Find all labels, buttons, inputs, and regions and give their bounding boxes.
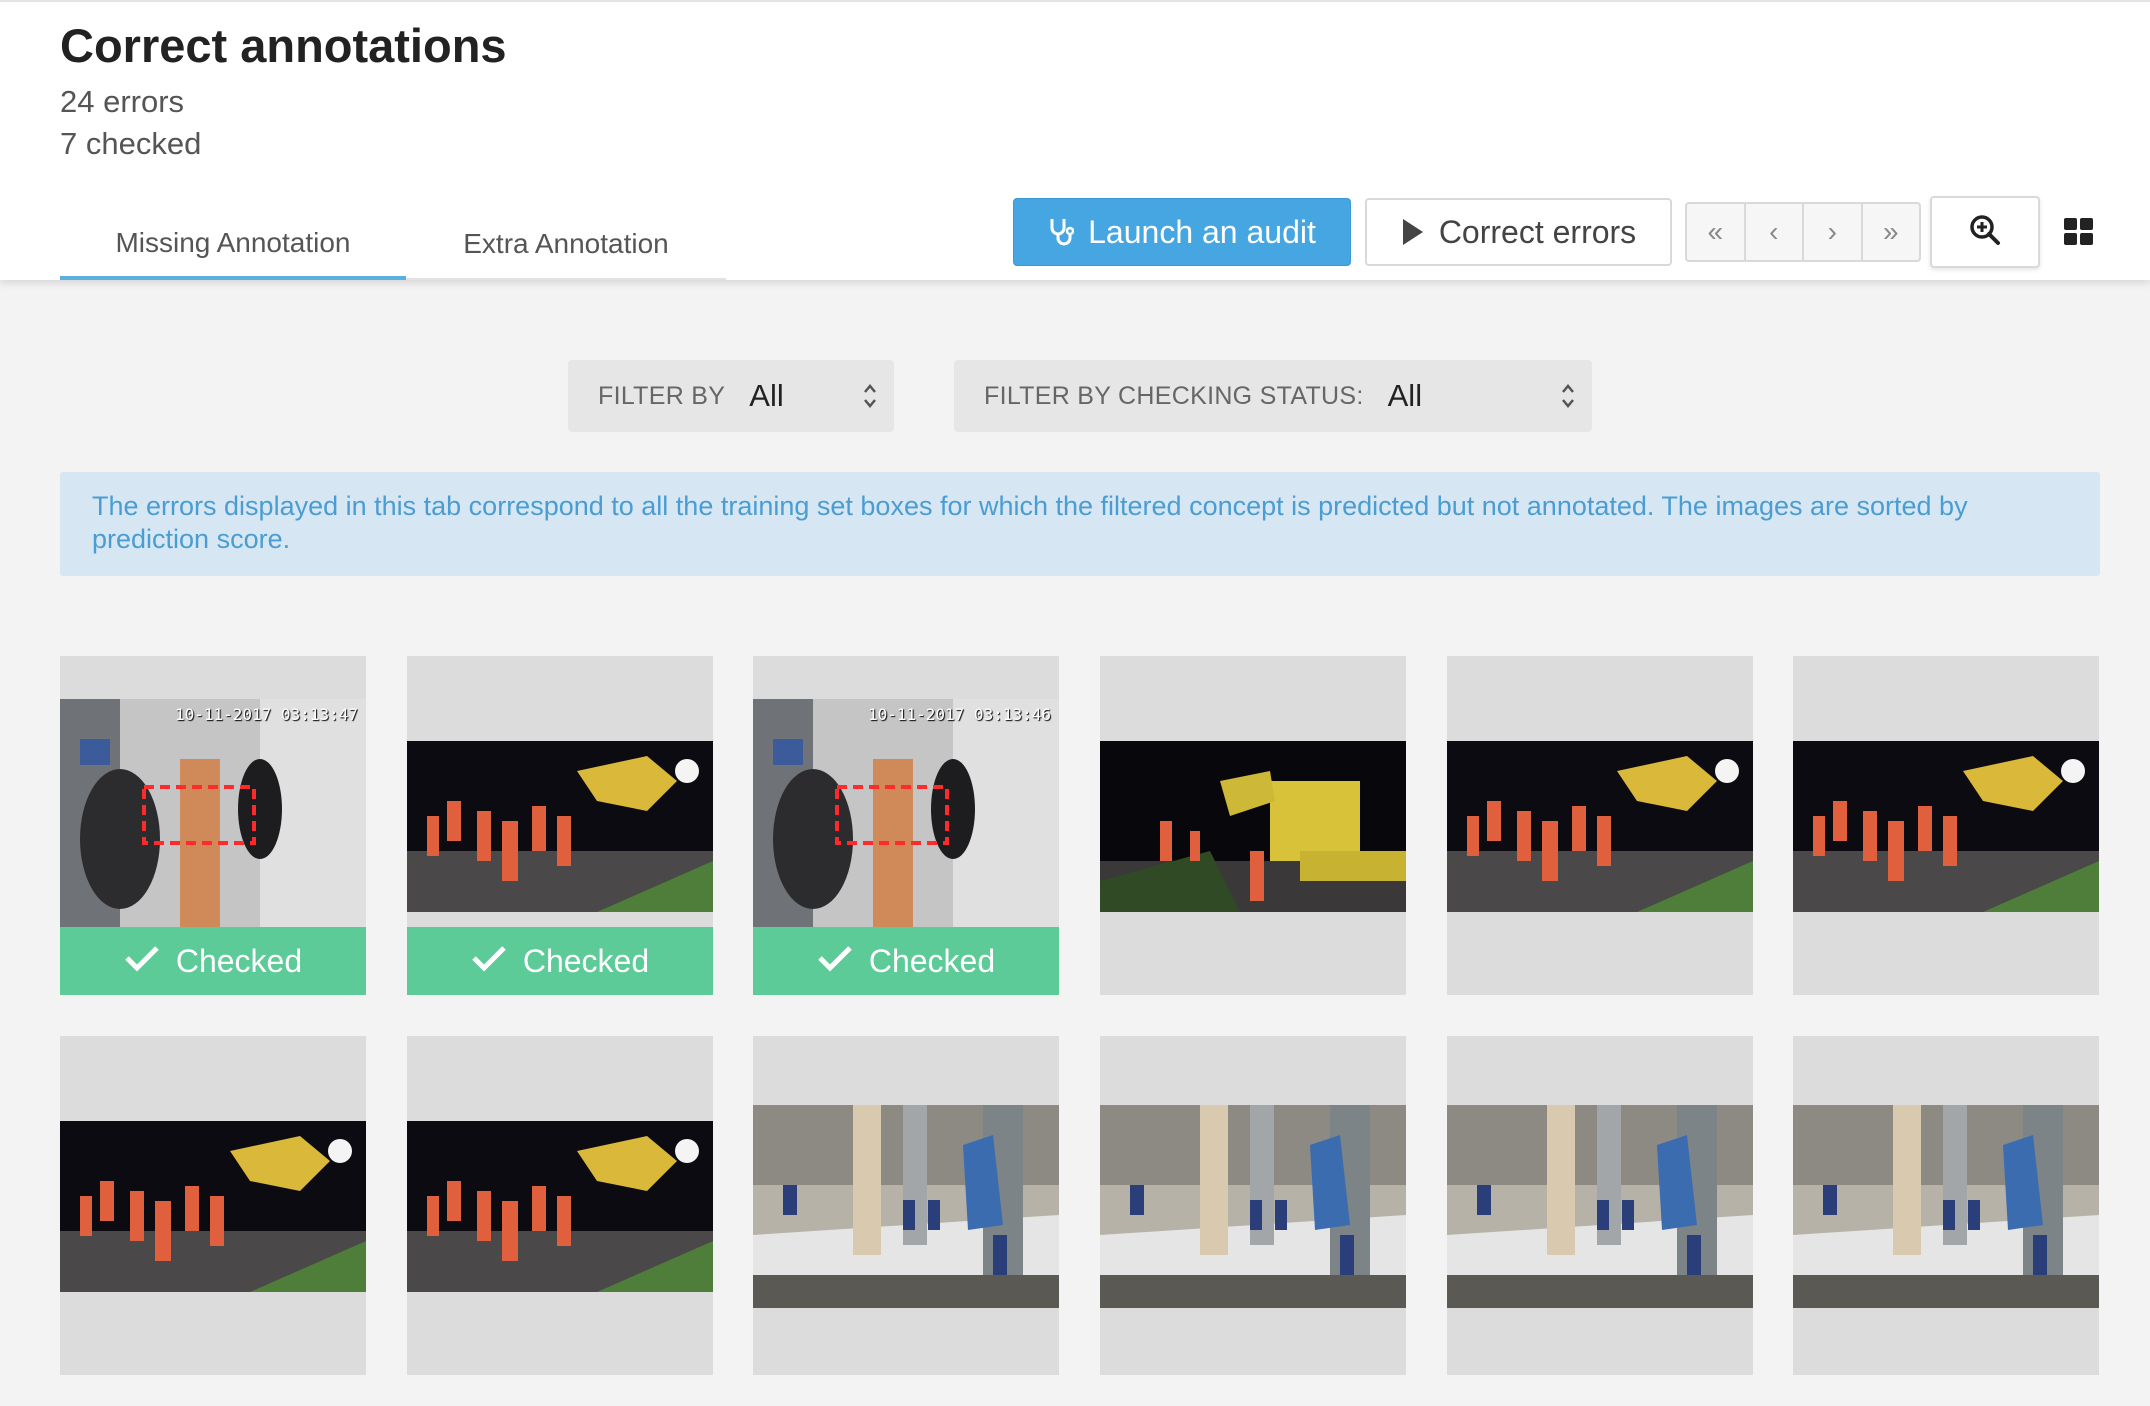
image-thumbnail[interactable] [60, 1121, 366, 1292]
checkmark-icon [817, 943, 853, 980]
filter-by-status-select[interactable]: FILTER BY CHECKING STATUS: All [954, 360, 1592, 432]
checked-badge: Checked [60, 927, 366, 995]
image-card[interactable] [1100, 1036, 1406, 1375]
image-card[interactable] [1100, 656, 1406, 995]
image-card[interactable] [1793, 656, 2099, 995]
page-header: Correct annotations 24 errors 7 checked … [0, 0, 2150, 280]
image-card[interactable]: Checked [407, 656, 713, 995]
image-thumbnail[interactable] [1100, 1105, 1406, 1308]
checked-label: Checked [868, 942, 996, 979]
image-thumbnail[interactable] [1447, 1105, 1753, 1308]
image-card[interactable]: 10-11-2017 03:13:46 Checked [753, 656, 1059, 995]
image-timestamp: 10-11-2017 03:13:47 [174, 705, 358, 724]
previous-page-button[interactable]: ‹ [1746, 204, 1804, 260]
correct-errors-button[interactable]: Correct errors [1365, 198, 1672, 266]
checkmark-icon [471, 943, 507, 980]
filter-by-label: FILTER BY [598, 381, 726, 410]
grid-view-icon[interactable] [2064, 218, 2094, 246]
filter-status-value: All [1387, 378, 1423, 413]
checked-label: Checked [522, 942, 650, 979]
image-card[interactable] [60, 1036, 366, 1375]
next-page-button[interactable]: › [1804, 204, 1863, 260]
error-count: 24 errors [60, 84, 185, 119]
page-title: Correct annotations [60, 19, 507, 72]
last-page-button[interactable]: » [1863, 204, 1920, 260]
filter-by-value: All [749, 378, 784, 413]
image-thumbnail[interactable]: 10-11-2017 03:13:46 [753, 699, 1059, 927]
image-card[interactable] [1447, 1036, 1753, 1375]
filter-status-label: FILTER BY CHECKING STATUS: [984, 381, 1364, 410]
image-thumbnail[interactable] [407, 741, 713, 912]
tab-extra-annotation[interactable]: Extra Annotation [406, 210, 726, 280]
zoom-button[interactable] [1930, 196, 2040, 268]
checked-count: 7 checked [60, 126, 202, 161]
select-arrows-icon [862, 380, 878, 417]
image-thumbnail[interactable] [1793, 741, 2099, 912]
image-card[interactable] [1793, 1036, 2099, 1375]
launch-audit-button[interactable]: Launch an audit [1013, 198, 1351, 266]
select-arrows-icon [1560, 380, 1576, 417]
play-icon [1401, 218, 1425, 246]
image-card[interactable] [753, 1036, 1059, 1375]
pagination: « ‹ › » [1685, 202, 1921, 262]
image-card[interactable] [407, 1036, 713, 1375]
info-message: The errors displayed in this tab corresp… [60, 472, 2100, 576]
checked-badge: Checked [407, 927, 713, 995]
filter-by-select[interactable]: FILTER BY All [568, 360, 894, 432]
image-thumbnail[interactable] [407, 1121, 713, 1292]
image-thumbnail[interactable] [753, 1105, 1059, 1308]
checked-badge: Checked [753, 927, 1059, 995]
image-thumbnail[interactable] [1100, 741, 1406, 912]
image-card[interactable] [1447, 656, 1753, 995]
correct-errors-label: Correct errors [1438, 213, 1637, 250]
image-timestamp: 10-11-2017 03:13:46 [867, 705, 1051, 724]
stethoscope-icon [1048, 217, 1075, 247]
image-thumbnail[interactable]: 10-11-2017 03:13:47 [60, 699, 366, 927]
image-card[interactable]: 10-11-2017 03:13:47 Checked [60, 656, 366, 995]
zoom-in-icon [1969, 214, 2001, 251]
image-thumbnail[interactable] [1447, 741, 1753, 912]
launch-audit-label: Launch an audit [1088, 213, 1316, 250]
first-page-button[interactable]: « [1687, 204, 1746, 260]
checked-label: Checked [175, 942, 303, 979]
image-thumbnail[interactable] [1793, 1105, 2099, 1308]
tab-missing-annotation[interactable]: Missing Annotation [60, 210, 406, 280]
checkmark-icon [124, 943, 160, 980]
